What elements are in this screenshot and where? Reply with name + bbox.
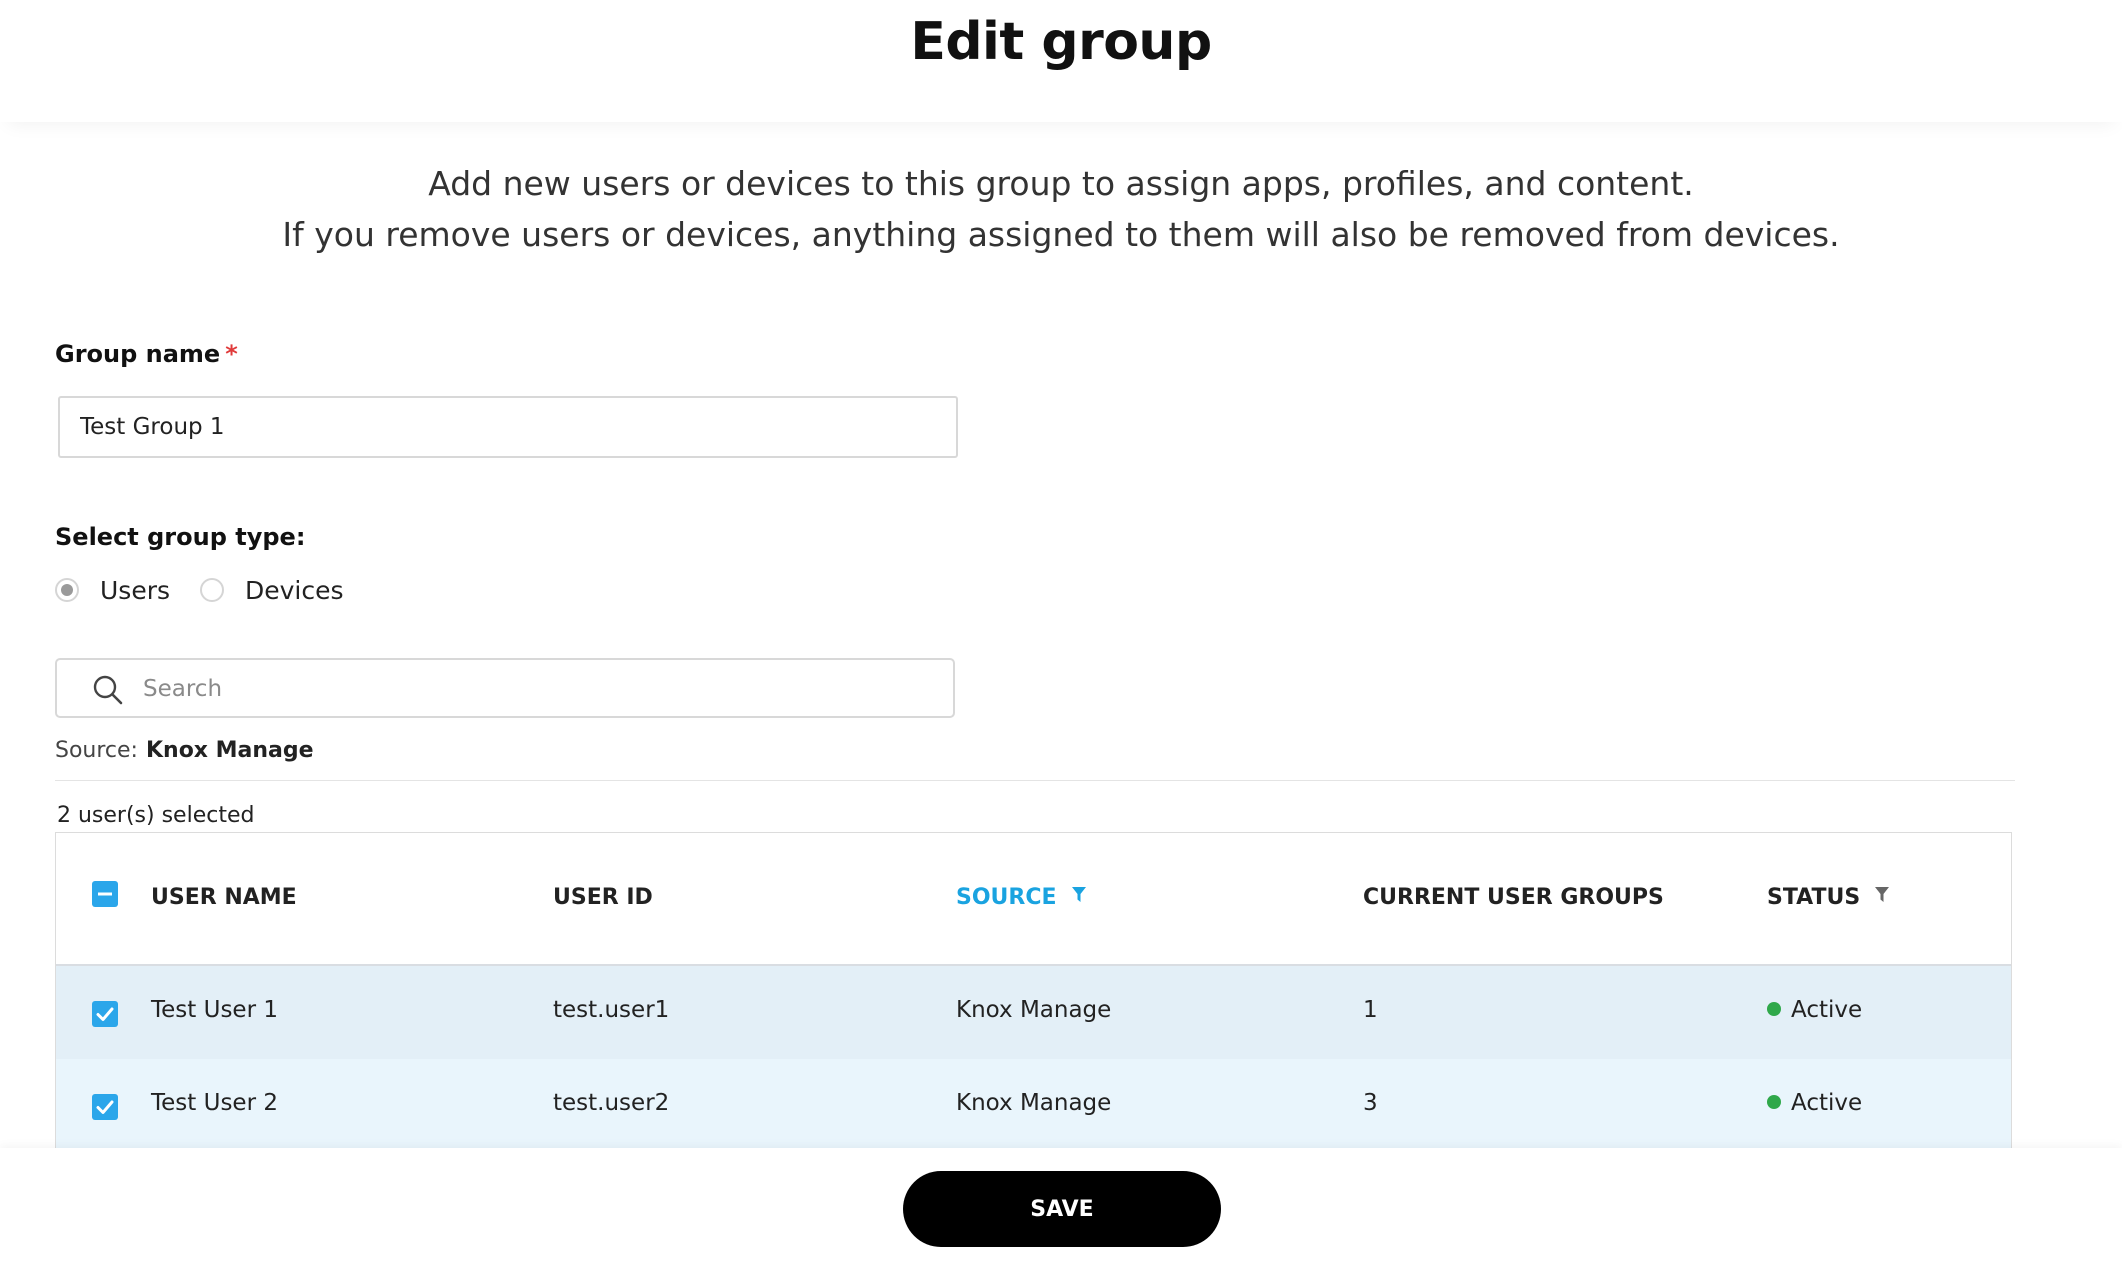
selected-count: 2 user(s) selected	[57, 803, 255, 828]
row-checkbox[interactable]	[92, 1001, 118, 1027]
check-icon	[96, 1100, 114, 1114]
description-line-2: If you remove users or devices, anything…	[282, 215, 1840, 254]
group-name-input[interactable]	[58, 396, 958, 458]
column-header-current-user-groups[interactable]: CURRENT USER GROUPS	[1363, 885, 1664, 910]
cell-user-name: Test User 2	[151, 1090, 278, 1116]
row-checkbox[interactable]	[92, 1094, 118, 1120]
group-name-label-text: Group name	[55, 340, 221, 368]
column-header-status-label: STATUS	[1767, 885, 1861, 910]
status-text: Active	[1791, 997, 1863, 1023]
radio-users-label[interactable]: Users	[100, 576, 170, 605]
page-description: Add new users or devices to this group t…	[0, 158, 2122, 260]
cell-user-id: test.user1	[553, 997, 670, 1023]
column-header-source[interactable]: SOURCE	[956, 885, 1087, 910]
column-header-source-label: SOURCE	[956, 885, 1057, 910]
required-mark: *	[225, 340, 238, 368]
column-header-status[interactable]: STATUS	[1767, 885, 1890, 910]
search-box[interactable]	[55, 658, 955, 718]
cell-user-id: test.user2	[553, 1090, 670, 1116]
select-all-checkbox[interactable]	[92, 881, 118, 907]
cell-source: Knox Manage	[956, 1090, 1112, 1116]
status-text: Active	[1791, 1090, 1863, 1116]
group-type-label: Select group type:	[55, 523, 306, 551]
status-active-dot	[1767, 1095, 1781, 1109]
source-label: Source:	[55, 738, 138, 763]
column-header-user-id[interactable]: USER ID	[553, 885, 653, 910]
cell-status: Active	[1767, 1090, 1862, 1116]
column-header-user-name[interactable]: USER NAME	[151, 885, 297, 910]
radio-devices-label[interactable]: Devices	[245, 576, 344, 605]
cell-current-user-groups: 1	[1363, 997, 1378, 1023]
table-row[interactable]: Test User 2 test.user2 Knox Manage 3 Act…	[56, 1059, 2011, 1152]
check-icon	[96, 1007, 114, 1021]
save-button[interactable]: SAVE	[903, 1171, 1221, 1247]
radio-devices[interactable]	[200, 578, 224, 602]
cell-current-user-groups: 3	[1363, 1090, 1378, 1116]
radio-users[interactable]	[55, 578, 79, 602]
minus-icon	[98, 892, 112, 896]
filter-icon[interactable]	[1071, 886, 1087, 904]
source-info: Source: Knox Manage	[55, 738, 314, 763]
users-table: USER NAME USER ID SOURCE CURRENT USER GR…	[55, 832, 2012, 1163]
cell-status: Active	[1767, 997, 1862, 1023]
filter-icon[interactable]	[1874, 886, 1890, 904]
search-input[interactable]	[141, 668, 925, 710]
table-header: USER NAME USER ID SOURCE CURRENT USER GR…	[56, 833, 2011, 966]
header: Edit group	[0, 0, 2122, 122]
group-name-label: Group name *	[55, 340, 238, 368]
footer-bar: SAVE	[0, 1148, 2122, 1261]
table-row[interactable]: Test User 1 test.user1 Knox Manage 1 Act…	[56, 966, 2011, 1059]
search-icon	[93, 675, 123, 705]
status-active-dot	[1767, 1002, 1781, 1016]
source-value: Knox Manage	[145, 738, 314, 763]
divider	[55, 780, 2015, 781]
description-line-1: Add new users or devices to this group t…	[428, 164, 1694, 203]
cell-source: Knox Manage	[956, 997, 1112, 1023]
cell-user-name: Test User 1	[151, 997, 278, 1023]
page-title: Edit group	[910, 12, 1212, 72]
